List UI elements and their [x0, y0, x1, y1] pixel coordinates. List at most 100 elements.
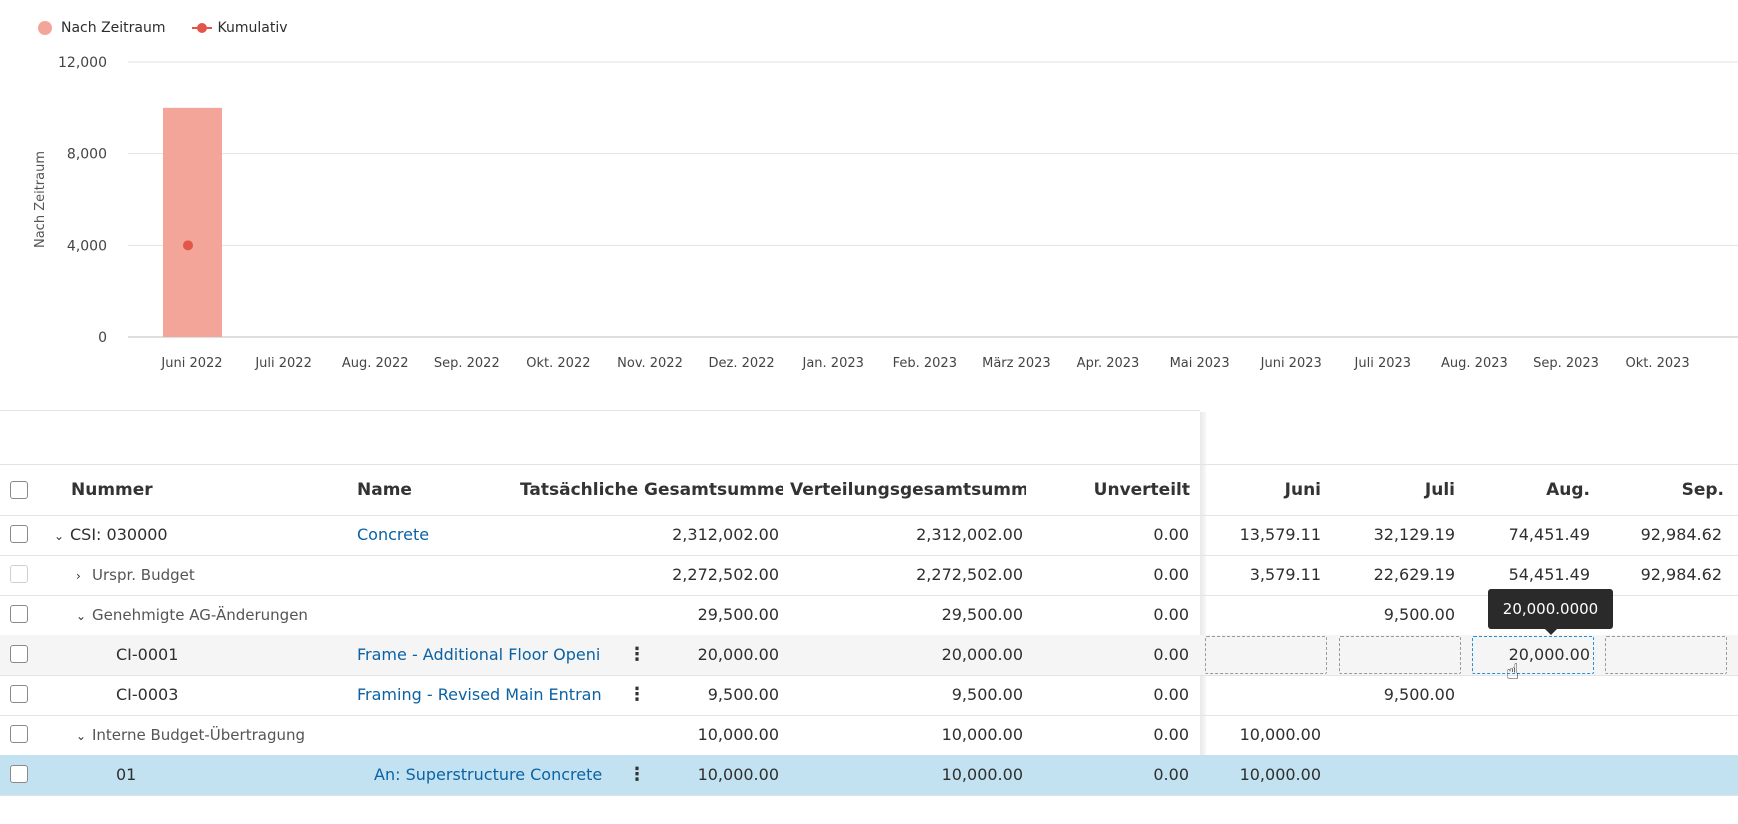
- budget-chart: 0 4,000 8,000 12,000 Nach Zeitraum Juni 2022 J…: [33, 55, 1738, 371]
- row-month-1[interactable]: 10,000.00: [1220, 715, 1321, 755]
- row-unallocated: 0.00: [1153, 525, 1189, 544]
- row-checkbox[interactable]: [10, 525, 28, 543]
- y-tick-label: 0: [98, 330, 107, 346]
- row-number: 01: [116, 765, 137, 784]
- hand-cursor-icon: ☝: [1506, 660, 1520, 685]
- row-month-1[interactable]: [1220, 595, 1321, 635]
- bar-mark: [163, 107, 222, 337]
- legend-item-cumulative[interactable]: Kumulativ: [191, 20, 288, 36]
- table-row[interactable]: 01 An: Superstructure Concrete ⋮ 10,000.…: [0, 755, 1738, 796]
- row-actual-total: 2,312,002.00: [672, 525, 779, 544]
- table-row[interactable]: ⌄ CSI: 030000 Concrete 2,312,002.00 2,312…: [0, 515, 1738, 556]
- x-tick-label: Okt. 2022: [526, 356, 590, 371]
- table-toolbar-strip: [0, 410, 1200, 451]
- row-month-1[interactable]: 3,579.11: [1220, 555, 1321, 595]
- row-unallocated: 0.00: [1153, 605, 1189, 624]
- table-row[interactable]: ⌄ Interne Budget-Übertragung 10,000.00 10…: [0, 715, 1738, 756]
- row-name-link[interactable]: Concrete: [357, 515, 429, 555]
- cumulative-point: [183, 240, 193, 251]
- row-number: CI-0001: [116, 645, 179, 664]
- chevron-down-icon[interactable]: ⌄: [76, 716, 86, 755]
- row-month-2[interactable]: 9,500.00: [1350, 675, 1455, 715]
- row-month-3[interactable]: 74,451.49: [1480, 515, 1590, 555]
- select-all-checkbox[interactable]: [10, 481, 28, 499]
- row-month-4[interactable]: 92,984.62: [1610, 555, 1722, 595]
- row-checkbox[interactable]: [10, 645, 28, 663]
- chevron-down-icon[interactable]: ⌄: [54, 516, 64, 555]
- row-distribution-total: 29,500.00: [941, 605, 1023, 624]
- legend-item-period[interactable]: Nach Zeitraum: [38, 20, 166, 36]
- month-1-input-cell[interactable]: [1205, 636, 1327, 674]
- x-tick-label: Feb. 2023: [893, 356, 957, 371]
- row-month-4[interactable]: 92,984.62: [1610, 515, 1722, 555]
- legend-bar-swatch-icon: [38, 21, 52, 35]
- row-checkbox[interactable]: [10, 605, 28, 623]
- y-tick-label: 12,000: [58, 55, 107, 71]
- table-row[interactable]: CI-0001 Frame - Additional Floor Openi… …: [0, 635, 1738, 676]
- table-row[interactable]: ⌄ Genehmigte AG-Änderungen 29,500.00 29,5…: [0, 595, 1738, 636]
- x-tick-label: Juli 2023: [1354, 356, 1412, 371]
- row-number: ⌄ CSI: 030000: [54, 515, 168, 555]
- row-actual-total: 20,000.00: [697, 645, 779, 664]
- x-tick-label: Apr. 2023: [1077, 356, 1140, 371]
- row-checkbox[interactable]: [10, 725, 28, 743]
- row-month-2[interactable]: 9,500.00: [1350, 595, 1455, 635]
- y-axis-label: Nach Zeitraum: [33, 151, 48, 248]
- legend-label-period: Nach Zeitraum: [61, 20, 166, 36]
- row-checkbox[interactable]: [10, 685, 28, 703]
- month-2-input-cell[interactable]: [1339, 636, 1461, 674]
- row-month-1[interactable]: 10,000.00: [1220, 755, 1321, 795]
- legend-line-swatch-icon: [191, 21, 212, 35]
- row-unallocated: 0.00: [1153, 765, 1189, 784]
- row-unallocated: 0.00: [1153, 645, 1189, 664]
- x-tick-label: Juni 2023: [1260, 356, 1322, 371]
- header-month-2[interactable]: Juli: [1350, 465, 1455, 515]
- row-number: CI-0003: [116, 685, 179, 704]
- row-actual-total: 29,500.00: [697, 605, 779, 624]
- header-number[interactable]: Nummer: [71, 465, 153, 515]
- row-actual-total: 9,500.00: [707, 685, 779, 704]
- row-checkbox[interactable]: [10, 765, 28, 783]
- row-month-2[interactable]: 32,129.19: [1350, 515, 1455, 555]
- row-checkbox[interactable]: [10, 565, 28, 583]
- x-tick-label: Okt. 2023: [1625, 356, 1689, 371]
- row-actual-total: 10,000.00: [697, 725, 779, 744]
- header-month-4[interactable]: Sep.: [1610, 465, 1724, 515]
- header-name[interactable]: Name: [357, 465, 412, 515]
- row-month-4[interactable]: [1610, 595, 1722, 635]
- x-tick-label: Nov. 2022: [617, 356, 683, 371]
- row-month-1[interactable]: 13,579.11: [1220, 515, 1321, 555]
- row-number: ⌄ Interne Budget-Übertragung: [76, 715, 305, 755]
- chart-panel: 0 4,000 8,000 12,000 Nach Zeitraum Juni 2022 J…: [0, 0, 1738, 380]
- row-distribution-total: 10,000.00: [941, 765, 1023, 784]
- row-month-2[interactable]: 22,629.19: [1350, 555, 1455, 595]
- x-tick-label: März 2023: [982, 356, 1051, 371]
- row-distribution-total: 20,000.00: [941, 645, 1023, 664]
- chevron-right-icon[interactable]: ›: [76, 556, 86, 595]
- table-row[interactable]: CI-0003 Framing - Revised Main Entran… ⋮…: [0, 675, 1738, 716]
- x-tick-label: Mai 2023: [1170, 356, 1230, 371]
- chart-legend: Nach Zeitraum Kumulativ: [38, 20, 314, 36]
- row-distribution-total: 2,272,502.00: [916, 565, 1023, 584]
- x-tick-label: Juli 2022: [254, 356, 312, 371]
- x-tick-label: Sep. 2023: [1533, 356, 1599, 371]
- header-distribution-total[interactable]: Verteilungsgesamtsumme: [790, 465, 1026, 515]
- table-header-row: Nummer Name Tatsächliche Gesamtsumme Ver…: [0, 464, 1738, 516]
- header-actual-total[interactable]: Tatsächliche Gesamtsumme: [520, 465, 783, 515]
- row-distribution-total: 10,000.00: [941, 725, 1023, 744]
- header-month-3[interactable]: Aug.: [1480, 465, 1590, 515]
- legend-label-cumulative: Kumulativ: [217, 20, 288, 36]
- table-row[interactable]: › Urspr. Budget 2,272,502.00 2,272,502.00…: [0, 555, 1738, 596]
- y-tick-label: 4,000: [67, 238, 107, 254]
- header-month-1[interactable]: Juni: [1220, 465, 1321, 515]
- x-tick-label: Sep. 2022: [434, 356, 500, 371]
- value-tooltip: 20,000.0000: [1488, 589, 1613, 635]
- x-tick-label: Jan. 2023: [802, 356, 864, 371]
- month-4-input-cell[interactable]: [1605, 636, 1727, 674]
- chevron-down-icon[interactable]: ⌄: [76, 596, 86, 635]
- y-tick-label: 8,000: [67, 147, 107, 163]
- row-distribution-total: 2,312,002.00: [916, 525, 1023, 544]
- row-month-3[interactable]: 20,000.00: [1480, 635, 1590, 675]
- row-number: › Urspr. Budget: [76, 555, 195, 595]
- header-unallocated[interactable]: Unverteilt: [1040, 465, 1190, 515]
